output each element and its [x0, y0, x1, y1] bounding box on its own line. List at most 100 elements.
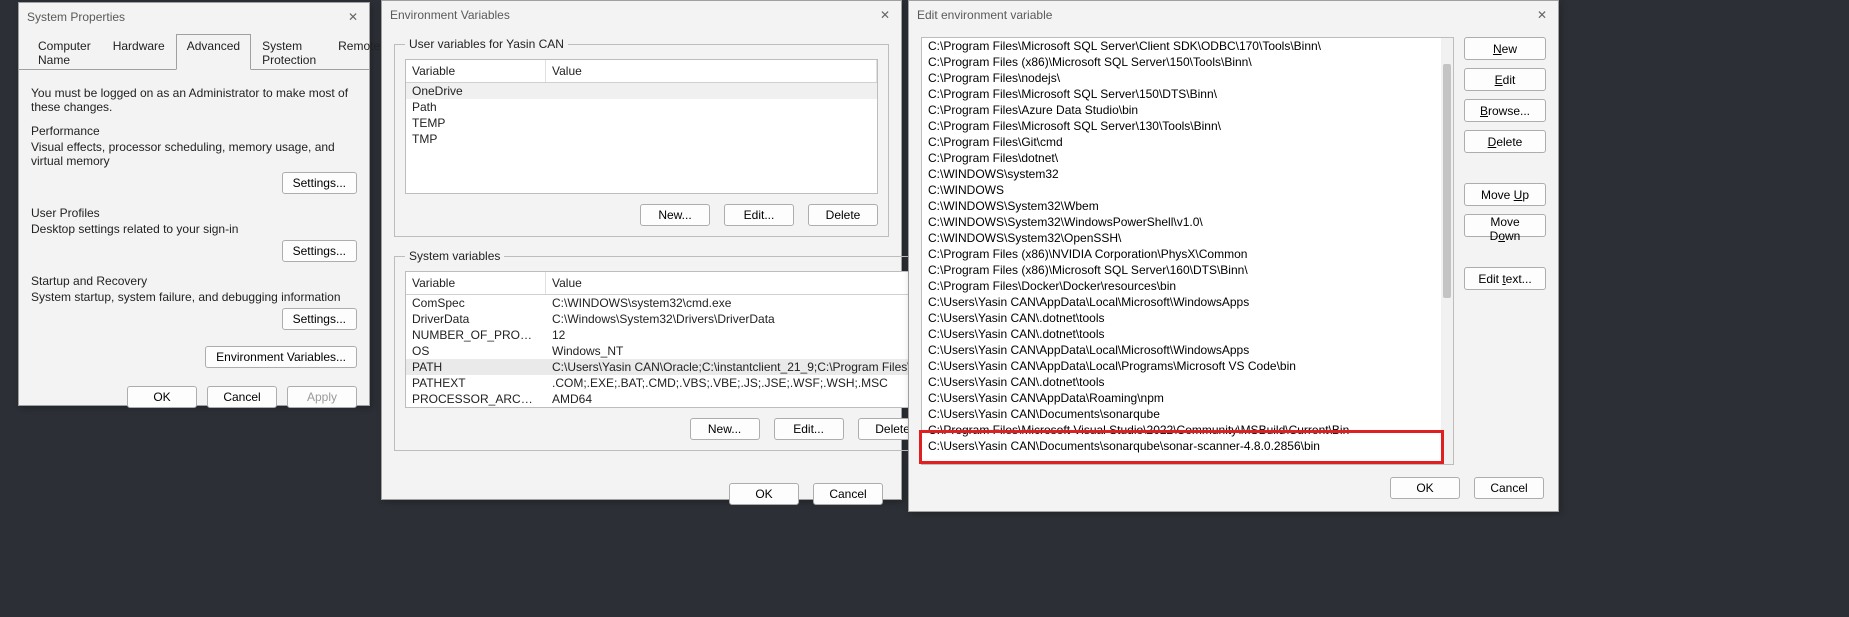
cell-variable: OneDrive: [406, 83, 546, 99]
sys-edit-button[interactable]: Edit...: [774, 418, 844, 440]
user-new-button[interactable]: New...: [640, 204, 710, 226]
header-variable[interactable]: Variable: [406, 60, 546, 82]
list-row[interactable]: OneDrive: [406, 83, 877, 99]
ok-button[interactable]: OK: [1390, 477, 1460, 499]
path-item[interactable]: C:\Program Files\Microsoft SQL Server\13…: [922, 118, 1453, 134]
system-properties-dialog: System Properties ✕ Computer Name Hardwa…: [18, 2, 370, 406]
group-desc: System startup, system failure, and debu…: [31, 290, 357, 304]
cancel-button[interactable]: Cancel: [207, 386, 277, 408]
user-variables-legend: User variables for Yasin CAN: [405, 37, 568, 51]
path-list[interactable]: C:\Program Files\Microsoft SQL Server\Cl…: [921, 37, 1454, 465]
list-row[interactable]: PATHC:\Users\Yasin CAN\Oracle;C:\instant…: [406, 359, 927, 375]
startup-settings-button[interactable]: Settings...: [282, 308, 357, 330]
env-variables-button[interactable]: Environment Variables...: [205, 346, 357, 368]
browse-button[interactable]: Browse...: [1464, 99, 1546, 122]
list-row[interactable]: OSWindows_NT: [406, 343, 927, 359]
path-item[interactable]: C:\WINDOWS\system32: [922, 166, 1453, 182]
vertical-scrollbar[interactable]: [1441, 38, 1453, 464]
cell-variable: PATHEXT: [406, 375, 546, 391]
scrollbar-thumb[interactable]: [1443, 64, 1451, 298]
list-row[interactable]: TMP: [406, 131, 877, 147]
titlebar: Edit environment variable ✕: [909, 1, 1558, 27]
cell-variable: TEMP: [406, 115, 546, 131]
tab-advanced[interactable]: Advanced: [176, 34, 251, 70]
cell-value: C:\WINDOWS\system32\cmd.exe: [546, 295, 927, 311]
path-item[interactable]: C:\Users\Yasin CAN\Documents\sonarqube: [922, 406, 1453, 422]
edit-text-button[interactable]: Edit text...: [1464, 267, 1546, 290]
header-value[interactable]: Value: [546, 60, 877, 82]
cell-variable: ComSpec: [406, 295, 546, 311]
user-variables-list[interactable]: Variable Value OneDrivePathTEMPTMP: [405, 59, 878, 194]
cell-variable: DriverData: [406, 311, 546, 327]
close-icon[interactable]: ✕: [343, 7, 363, 27]
path-item[interactable]: C:\WINDOWS\System32\Wbem: [922, 198, 1453, 214]
apply-button[interactable]: Apply: [287, 386, 357, 408]
system-variables-list[interactable]: Variable Value ComSpecC:\WINDOWS\system3…: [405, 271, 928, 408]
cell-variable: TMP: [406, 131, 546, 147]
tab-system-protection[interactable]: System Protection: [251, 34, 327, 70]
list-row[interactable]: ComSpecC:\WINDOWS\system32\cmd.exe: [406, 295, 927, 311]
path-item[interactable]: C:\Program Files\Microsoft SQL Server\15…: [922, 86, 1453, 102]
list-row[interactable]: DriverDataC:\Windows\System32\Drivers\Dr…: [406, 311, 927, 327]
path-item[interactable]: C:\Program Files\dotnet\: [922, 150, 1453, 166]
list-row[interactable]: TEMP: [406, 115, 877, 131]
cell-value: .COM;.EXE;.BAT;.CMD;.VBS;.VBE;.JS;.JSE;.…: [546, 375, 927, 391]
path-item[interactable]: C:\Program Files (x86)\NVIDIA Corporatio…: [922, 246, 1453, 262]
tab-computer-name[interactable]: Computer Name: [27, 34, 102, 70]
titlebar: Environment Variables ✕: [382, 1, 901, 27]
ok-button[interactable]: OK: [729, 483, 799, 505]
startup-recovery-group: Startup and Recovery System startup, sys…: [31, 274, 357, 330]
cell-variable: PATH: [406, 359, 546, 375]
path-item[interactable]: C:\Program Files\Git\cmd: [922, 134, 1453, 150]
path-item[interactable]: C:\Program Files\Microsoft Visual Studio…: [922, 422, 1453, 438]
path-item[interactable]: C:\Program Files\Docker\Docker\resources…: [922, 278, 1453, 294]
user-edit-button[interactable]: Edit...: [724, 204, 794, 226]
user-delete-button[interactable]: Delete: [808, 204, 878, 226]
path-item[interactable]: C:\Program Files (x86)\Microsoft SQL Ser…: [922, 262, 1453, 278]
tab-hardware[interactable]: Hardware: [102, 34, 176, 70]
path-item[interactable]: C:\Program Files\Microsoft SQL Server\Cl…: [922, 38, 1453, 54]
cell-variable: PROCESSOR_ARCHITECTURE: [406, 391, 546, 407]
path-item[interactable]: C:\Users\Yasin CAN\AppData\Local\Program…: [922, 358, 1453, 374]
dialog-footer: OK Cancel Apply: [19, 380, 369, 420]
cell-value: C:\Windows\System32\Drivers\DriverData: [546, 311, 927, 327]
path-item[interactable]: C:\WINDOWS\System32\WindowsPowerShell\v1…: [922, 214, 1453, 230]
ok-button[interactable]: OK: [127, 386, 197, 408]
path-item[interactable]: C:\WINDOWS: [922, 182, 1453, 198]
tab-row: Computer Name Hardware Advanced System P…: [19, 33, 369, 70]
path-item[interactable]: C:\Users\Yasin CAN\AppData\Local\Microso…: [922, 294, 1453, 310]
path-item[interactable]: C:\Program Files\Azure Data Studio\bin: [922, 102, 1453, 118]
delete-button[interactable]: Delete: [1464, 130, 1546, 153]
header-value[interactable]: Value: [546, 272, 927, 294]
header-variable[interactable]: Variable: [406, 272, 546, 294]
list-row[interactable]: NUMBER_OF_PROCESSORS12: [406, 327, 927, 343]
new-button[interactable]: New: [1464, 37, 1546, 60]
path-item[interactable]: C:\Users\Yasin CAN\Documents\sonarqube\s…: [922, 438, 1453, 454]
close-icon[interactable]: ✕: [875, 5, 895, 25]
path-item[interactable]: C:\Users\Yasin CAN\.dotnet\tools: [922, 326, 1453, 342]
edit-button[interactable]: Edit: [1464, 68, 1546, 91]
profiles-settings-button[interactable]: Settings...: [282, 240, 357, 262]
cell-variable: Path: [406, 99, 546, 115]
move-up-button[interactable]: Move Up: [1464, 183, 1546, 206]
path-item[interactable]: C:\WINDOWS\System32\OpenSSH\: [922, 230, 1453, 246]
path-item[interactable]: C:\Users\Yasin CAN\AppData\Local\Microso…: [922, 342, 1453, 358]
close-icon[interactable]: ✕: [1532, 5, 1552, 25]
cancel-button[interactable]: Cancel: [1474, 477, 1544, 499]
group-desc: Visual effects, processor scheduling, me…: [31, 140, 357, 168]
path-item[interactable]: C:\Program Files\nodejs\: [922, 70, 1453, 86]
path-item[interactable]: C:\Program Files (x86)\Microsoft SQL Ser…: [922, 54, 1453, 70]
path-item[interactable]: C:\Users\Yasin CAN\.dotnet\tools: [922, 310, 1453, 326]
edit-environment-variable-dialog: Edit environment variable ✕ C:\Program F…: [908, 0, 1559, 512]
path-item[interactable]: C:\Users\Yasin CAN\.dotnet\tools: [922, 374, 1453, 390]
list-row[interactable]: PATHEXT.COM;.EXE;.BAT;.CMD;.VBS;.VBE;.JS…: [406, 375, 927, 391]
performance-group: Performance Visual effects, processor sc…: [31, 124, 357, 194]
path-item[interactable]: C:\Users\Yasin CAN\AppData\Roaming\npm: [922, 390, 1453, 406]
list-row[interactable]: Path: [406, 99, 877, 115]
cancel-button[interactable]: Cancel: [813, 483, 883, 505]
list-row[interactable]: PROCESSOR_ARCHITECTUREAMD64: [406, 391, 927, 407]
system-variables-frame: System variables Variable Value ComSpecC…: [394, 249, 939, 451]
perf-settings-button[interactable]: Settings...: [282, 172, 357, 194]
move-down-button[interactable]: Move Down: [1464, 214, 1546, 237]
sys-new-button[interactable]: New...: [690, 418, 760, 440]
